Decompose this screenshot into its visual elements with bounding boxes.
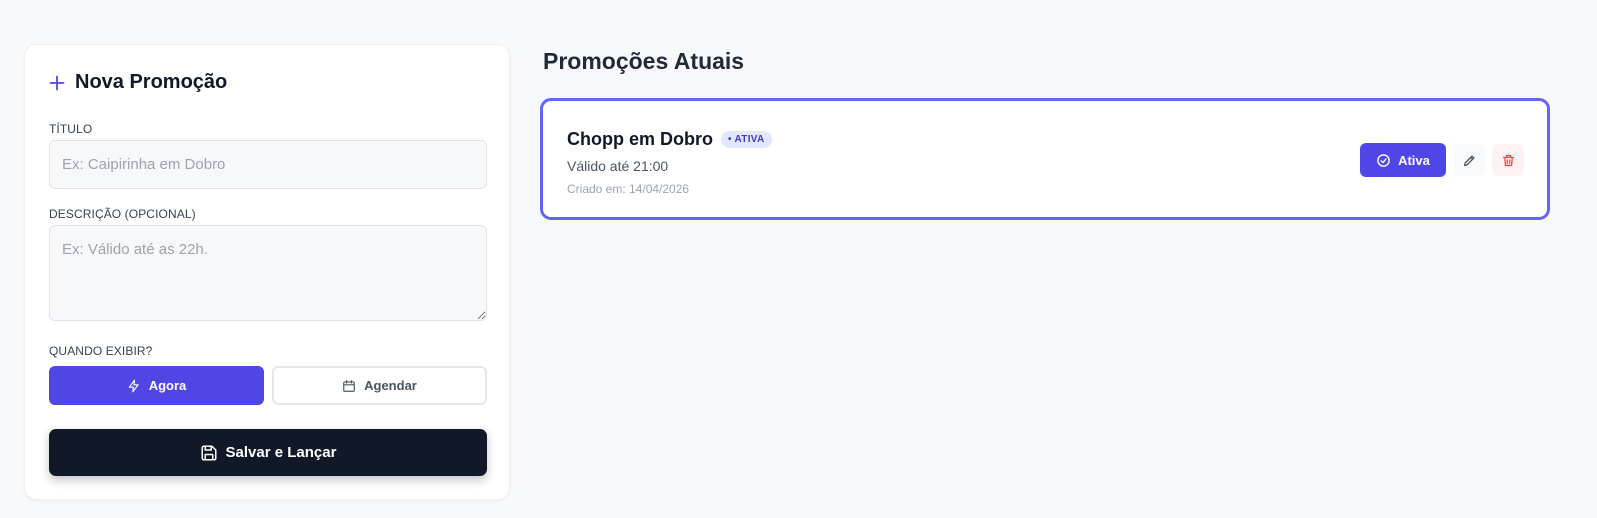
now-button-label: Agora bbox=[148, 378, 187, 393]
promotion-card: Chopp em Dobro • ATIVA Válido até 21:00 … bbox=[540, 98, 1550, 220]
new-promotion-card: Nova Promoção TÍTULO DESCRIÇÃO (OPCIONAL… bbox=[24, 44, 510, 500]
trash-icon bbox=[1502, 154, 1514, 166]
toggle-active-label: Ativa bbox=[1398, 152, 1430, 168]
description-label: DESCRIÇÃO (OPCIONAL) bbox=[49, 207, 196, 221]
save-icon bbox=[201, 445, 217, 460]
check-circle-icon bbox=[1377, 153, 1390, 167]
promotion-description: Válido até 21:00 bbox=[567, 158, 669, 174]
delete-button[interactable] bbox=[1492, 144, 1524, 176]
schedule-button[interactable]: Agendar bbox=[272, 366, 487, 405]
calendar-icon bbox=[343, 379, 355, 392]
save-launch-button[interactable]: Salvar e Lançar bbox=[49, 429, 487, 476]
current-promotions-title: Promoções Atuais bbox=[543, 48, 745, 74]
pencil-icon bbox=[1463, 155, 1474, 166]
bolt-icon bbox=[128, 379, 139, 392]
description-textarea[interactable] bbox=[49, 225, 487, 321]
schedule-button-label: Agendar bbox=[364, 378, 417, 393]
plus-icon bbox=[49, 75, 65, 90]
form-header: Nova Promoção bbox=[49, 71, 227, 94]
now-button[interactable]: Agora bbox=[49, 366, 264, 405]
form-title: Nova Promoção bbox=[75, 71, 228, 93]
promotion-name: Chopp em Dobro bbox=[567, 129, 713, 149]
status-badge: • ATIVA bbox=[721, 131, 772, 148]
promotion-created-date: Criado em: 14/04/2026 bbox=[567, 182, 690, 196]
title-input[interactable] bbox=[49, 140, 487, 189]
toggle-active-button[interactable]: Ativa bbox=[1360, 143, 1446, 177]
promotion-header: Chopp em Dobro • ATIVA bbox=[567, 129, 772, 150]
save-launch-label: Salvar e Lançar bbox=[225, 444, 337, 461]
edit-button[interactable] bbox=[1453, 144, 1485, 176]
title-label: TÍTULO bbox=[49, 122, 93, 136]
when-label: QUANDO EXIBIR? bbox=[49, 344, 153, 358]
